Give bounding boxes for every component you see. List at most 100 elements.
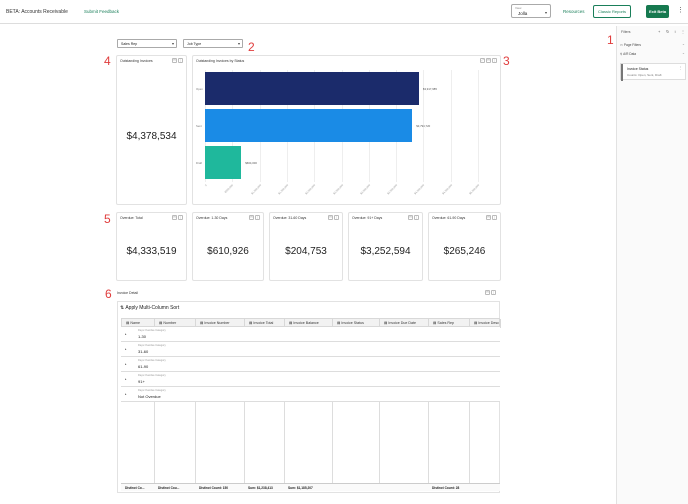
kpi-value: $4,378,534 xyxy=(126,131,177,142)
kebab-icon[interactable]: ⋮ xyxy=(681,29,685,34)
card-toolbar: ⚯ ⋮ xyxy=(171,58,183,63)
expand-arrow-icon[interactable]: ▸ xyxy=(125,332,127,336)
card-title: Overdue: 31-60 Days xyxy=(273,216,307,220)
ar-data-row[interactable]: ⚲ A/R Data xyxy=(620,52,636,56)
category-label: Open xyxy=(196,86,203,91)
footer-cell: Distinct Co... xyxy=(125,486,145,490)
kebab-icon[interactable]: ⋮ xyxy=(178,58,183,63)
card-toolbar: ⚯ ⋮ xyxy=(171,215,183,220)
multi-column-sort-button[interactable]: ⇅ Apply Multi-Column Sort xyxy=(120,305,179,311)
annotation-1: 1 xyxy=(607,33,614,47)
table-row[interactable]: ▸ Days Overdue Category 1-30 xyxy=(121,327,500,342)
table-row[interactable]: ▸ Days Overdue Category Not Overdue xyxy=(121,387,500,402)
group-caption: Days Overdue Category xyxy=(138,389,166,392)
category-label: Draft xyxy=(196,160,203,165)
column-header-label: Name xyxy=(130,321,140,325)
table-row[interactable]: ▸ Days Overdue Category 91+ xyxy=(121,372,500,387)
overdue-card: Overdue: 91+ Days ⚯ ⋮ $3,252,594 xyxy=(348,212,423,281)
column-divider xyxy=(244,401,245,483)
x-tick-label: $2,500,000 xyxy=(332,184,344,196)
table-row[interactable]: ▸ Days Overdue Category 31-60 xyxy=(121,342,500,357)
filter-card-title: Invoice Status xyxy=(627,67,649,71)
refresh-icon[interactable]: ↻ xyxy=(666,29,669,34)
chevron-down-icon: ▾ xyxy=(237,41,240,46)
bar-value-label: $664,000 xyxy=(245,160,257,165)
x-tick-label: 0 xyxy=(203,184,208,188)
add-filter-icon[interactable]: + xyxy=(658,29,660,34)
sort-icon[interactable]: ↕ xyxy=(674,29,676,34)
grid-line xyxy=(478,70,479,182)
filter-icon[interactable]: ⚯ xyxy=(249,215,254,220)
bar-draft[interactable] xyxy=(205,146,242,179)
bar-value-label: $3,917,985 xyxy=(422,86,437,91)
chevron-down-icon[interactable]: ⌄ xyxy=(682,42,685,46)
view-select-value: Jolla xyxy=(518,11,528,16)
top-header: BETA: Accounts Receivable Submit Feedbac… xyxy=(0,0,688,24)
footer-cell: Distinct Count: 28 xyxy=(432,486,460,490)
expand-arrow-icon[interactable]: ▸ xyxy=(125,347,127,351)
page-filters-row[interactable]: ▭ Page Filters xyxy=(620,43,641,47)
x-tick-label: $1,000,000 xyxy=(250,184,262,196)
kpi-value: $4,333,519 xyxy=(126,246,177,257)
filter-icon[interactable]: ⚯ xyxy=(408,215,413,220)
view-select-label: View xyxy=(515,6,522,10)
column-header-label: Invoice Desc xyxy=(478,321,499,325)
kebab-icon[interactable]: ⋮ xyxy=(679,66,683,70)
bar-open[interactable] xyxy=(205,72,419,105)
chevron-down-icon: ▾ xyxy=(171,41,174,46)
kebab-icon[interactable]: ⋮ xyxy=(255,215,260,220)
filter-icon[interactable]: ⚯ xyxy=(486,215,491,220)
column-header-label: Number xyxy=(163,321,177,325)
submit-feedback-link[interactable]: Submit Feedback xyxy=(84,9,119,14)
kebab-icon[interactable]: ⋮ xyxy=(178,215,183,220)
annotation-3: 3 xyxy=(503,54,510,68)
sales-rep-dropdown[interactable]: Sales Rep ▾ xyxy=(117,39,177,48)
column-divider xyxy=(469,401,470,483)
chevron-down-icon[interactable]: ⌄ xyxy=(682,51,685,55)
filter-card-subtitle: Counts: Open, Sent, Draft xyxy=(627,73,662,77)
group-caption: Days Overdue Category xyxy=(138,359,166,362)
view-select[interactable]: View Jolla ▾ xyxy=(511,4,551,18)
expand-arrow-icon[interactable]: ▸ xyxy=(125,392,127,396)
column-header-label: Invoice Balance xyxy=(293,321,319,325)
column-header-label: Invoice Due Date xyxy=(388,321,416,325)
x-tick-label: $1,500,000 xyxy=(277,184,290,196)
card-toolbar: ⚯ ⋮ xyxy=(484,290,496,295)
outstanding-invoices-card: Outstanding Invoices ⚯ ⋮ $4,378,534 xyxy=(116,55,187,205)
folder-icon: ▭ xyxy=(620,43,624,47)
page-filters-label: Page Filters xyxy=(623,43,641,47)
classic-reports-button[interactable]: Classic Reports xyxy=(593,5,631,18)
more-options-icon[interactable]: ⋮ xyxy=(677,6,684,14)
job-type-dropdown[interactable]: Job Type ▾ xyxy=(183,39,243,48)
kebab-icon[interactable]: ⋮ xyxy=(414,215,419,220)
x-tick-label: $4,000,000 xyxy=(414,184,426,196)
expand-arrow-icon[interactable]: ▸ xyxy=(125,377,127,381)
group-value: 91+ xyxy=(138,379,145,384)
group-value: Not Overdue xyxy=(138,394,161,399)
footer-cell: Sum: $1,238,413 xyxy=(248,486,273,490)
footer-cell: Distinct Count: 150 xyxy=(199,486,229,490)
kebab-icon[interactable]: ⋮ xyxy=(492,215,497,220)
invoice-status-filter-card[interactable]: Invoice Status Counts: Open, Sent, Draft… xyxy=(620,63,686,81)
filter-icon[interactable]: ⚯ xyxy=(172,58,177,63)
table-header-row: ▤ Name ▤ Number ▤ Invoice Number ▤ Invoice … xyxy=(121,318,501,328)
resources-link[interactable]: Resources xyxy=(563,9,585,14)
card-toolbar: ⚯ ⋮ xyxy=(248,215,260,220)
exit-beta-button[interactable]: Exit Beta xyxy=(646,5,669,18)
filter-icon[interactable]: ⚯ xyxy=(172,215,177,220)
filter-icon[interactable]: ⚯ xyxy=(328,215,333,220)
table-row[interactable]: ▸ Days Overdue Category 61-90 xyxy=(121,357,500,372)
expand-arrow-icon[interactable]: ▸ xyxy=(125,362,127,366)
kebab-icon[interactable]: ⋮ xyxy=(334,215,339,220)
footer-cell: Distinct Cou... xyxy=(158,486,180,490)
app-title: BETA: Accounts Receivable xyxy=(6,9,68,15)
column-divider xyxy=(379,401,380,483)
bar-chart: 0 $500,000 $1,000,000 $1,500,000 $2,000,000 $… xyxy=(193,56,502,206)
x-tick-label: $2,000,000 xyxy=(305,184,317,196)
column-divider xyxy=(284,401,285,483)
job-type-dropdown-value: Job Type xyxy=(187,42,202,46)
overdue-card: Overdue: Total ⚯ ⋮ $4,333,519 xyxy=(116,212,187,281)
bar-sent[interactable] xyxy=(205,109,413,142)
kebab-icon[interactable]: ⋮ xyxy=(491,290,496,295)
filter-icon[interactable]: ⚯ xyxy=(485,290,490,295)
